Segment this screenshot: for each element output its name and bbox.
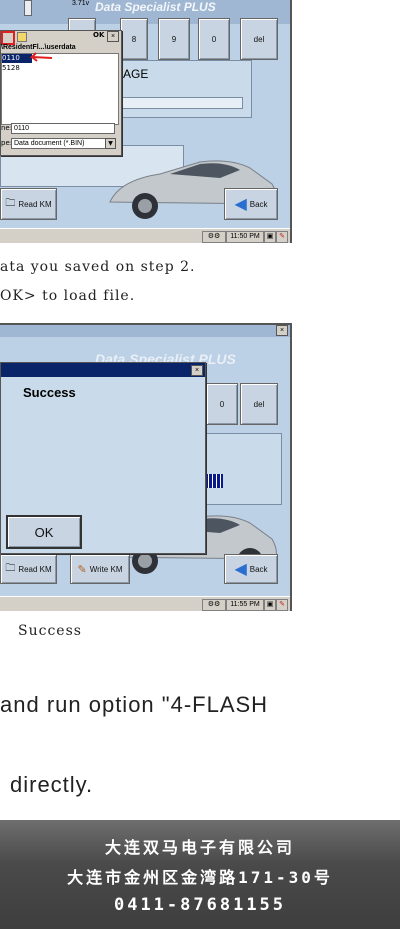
close-icon[interactable]: × (191, 365, 203, 376)
key-0[interactable]: 0 (198, 18, 230, 60)
dialog-titlebar: × (1, 363, 205, 377)
success-message: Success (23, 385, 76, 400)
folder-icon: 🗀 (5, 562, 16, 574)
desktop-icon[interactable]: ▣ (264, 599, 276, 611)
folder-path: \ResidentFl...\userdata (1, 44, 76, 51)
new-folder-icon[interactable] (17, 32, 27, 42)
back-arrow-icon: ◀ (234, 561, 247, 578)
company-address: 大连市金州区金湾路171-30号 (67, 868, 333, 887)
clock: 11:55 PM (226, 599, 264, 611)
success-dialog: × Success OK (0, 362, 206, 554)
read-km-label: Read KM (18, 564, 52, 574)
close-icon[interactable]: × (276, 325, 288, 336)
company-footer: 大连双马电子有限公司 大连市金州区金湾路171-30号 0411-8768115… (0, 820, 400, 929)
key-del[interactable]: del (240, 383, 278, 425)
slider-thumb[interactable] (24, 0, 32, 16)
close-icon[interactable]: × (107, 31, 119, 42)
write-km-button[interactable]: ✎ Write KM (70, 554, 130, 584)
screenshot-load-file: 3.71v Data Specialist PLUS 8 9 0 del AGE… (0, 0, 292, 243)
tray-icons[interactable]: ⚙⚙ (202, 231, 226, 243)
app-title: Data Specialist PLUS (95, 0, 216, 14)
file-item[interactable]: 5128 (2, 64, 20, 72)
back-label: Back (249, 564, 268, 574)
back-label: Back (249, 199, 268, 209)
read-km-label: Read KM (18, 199, 52, 209)
chevron-down-icon[interactable]: ▼ (105, 138, 116, 149)
instruction-line1: and run option "4-FLASH (0, 692, 269, 717)
company-name: 大连双马电子有限公司 (104, 838, 295, 857)
read-km-button[interactable]: 🗀 Read KM (0, 554, 57, 584)
back-button[interactable]: ◀ Back (224, 554, 278, 584)
file-list: 0110 5128 (1, 52, 119, 125)
pen-icon[interactable]: ✎ (276, 599, 288, 611)
ok-button[interactable]: OK (6, 515, 82, 549)
key-9[interactable]: 9 (158, 18, 190, 60)
window-titlebar: × (0, 325, 290, 337)
pencil-icon: ✎ (77, 563, 87, 576)
red-arrow-icon (29, 52, 53, 62)
highlight-box (1, 31, 15, 45)
voltage-label: 3.71v (72, 0, 90, 7)
screenshot-success: × Data Specialist PLUS 0 del 🗀 Read KM ✎… (0, 323, 292, 611)
pen-icon[interactable]: ✎ (276, 231, 288, 243)
info-panel: AGE (100, 60, 252, 118)
read-km-button[interactable]: 🗀 Read KM (0, 188, 57, 220)
file-name-input[interactable]: 0110 (11, 123, 115, 134)
key-8[interactable]: 8 (120, 18, 148, 60)
progress-track (121, 97, 243, 109)
dialog-ok-button[interactable]: OK (93, 31, 104, 39)
panel-text: AGE (123, 67, 149, 81)
tray-icons[interactable]: ⚙⚙ (202, 599, 226, 611)
key-0[interactable]: 0 (206, 383, 238, 425)
open-file-dialog: OK × \ResidentFl...\userdata 0110 5128 n… (0, 30, 122, 156)
dialog-toolbar: OK × (1, 31, 121, 45)
company-phone: 0411-87681155 (113, 895, 287, 915)
back-button[interactable]: ◀ Back (224, 188, 278, 220)
caption-success: Success (18, 623, 82, 639)
write-km-label: Write KM (89, 564, 123, 574)
caption-step-line1: ata you saved on step 2. (0, 259, 196, 275)
caption-step-line2: OK> to load file. (0, 288, 136, 304)
progress-bar (205, 474, 223, 488)
folder-icon: 🗀 (5, 197, 16, 209)
key-del[interactable]: del (240, 18, 278, 60)
file-type-select[interactable]: Data document (*.BIN) (11, 138, 107, 149)
taskbar: ⚙⚙ 11:55 PM ▣ ✎ (0, 596, 290, 611)
instruction-line2: directly. (10, 772, 94, 797)
desktop-icon[interactable]: ▣ (264, 231, 276, 243)
back-arrow-icon: ◀ (234, 196, 247, 213)
taskbar: ⚙⚙ 11:50 PM ▣ ✎ (0, 228, 290, 243)
clock: 11:50 PM (226, 231, 264, 243)
